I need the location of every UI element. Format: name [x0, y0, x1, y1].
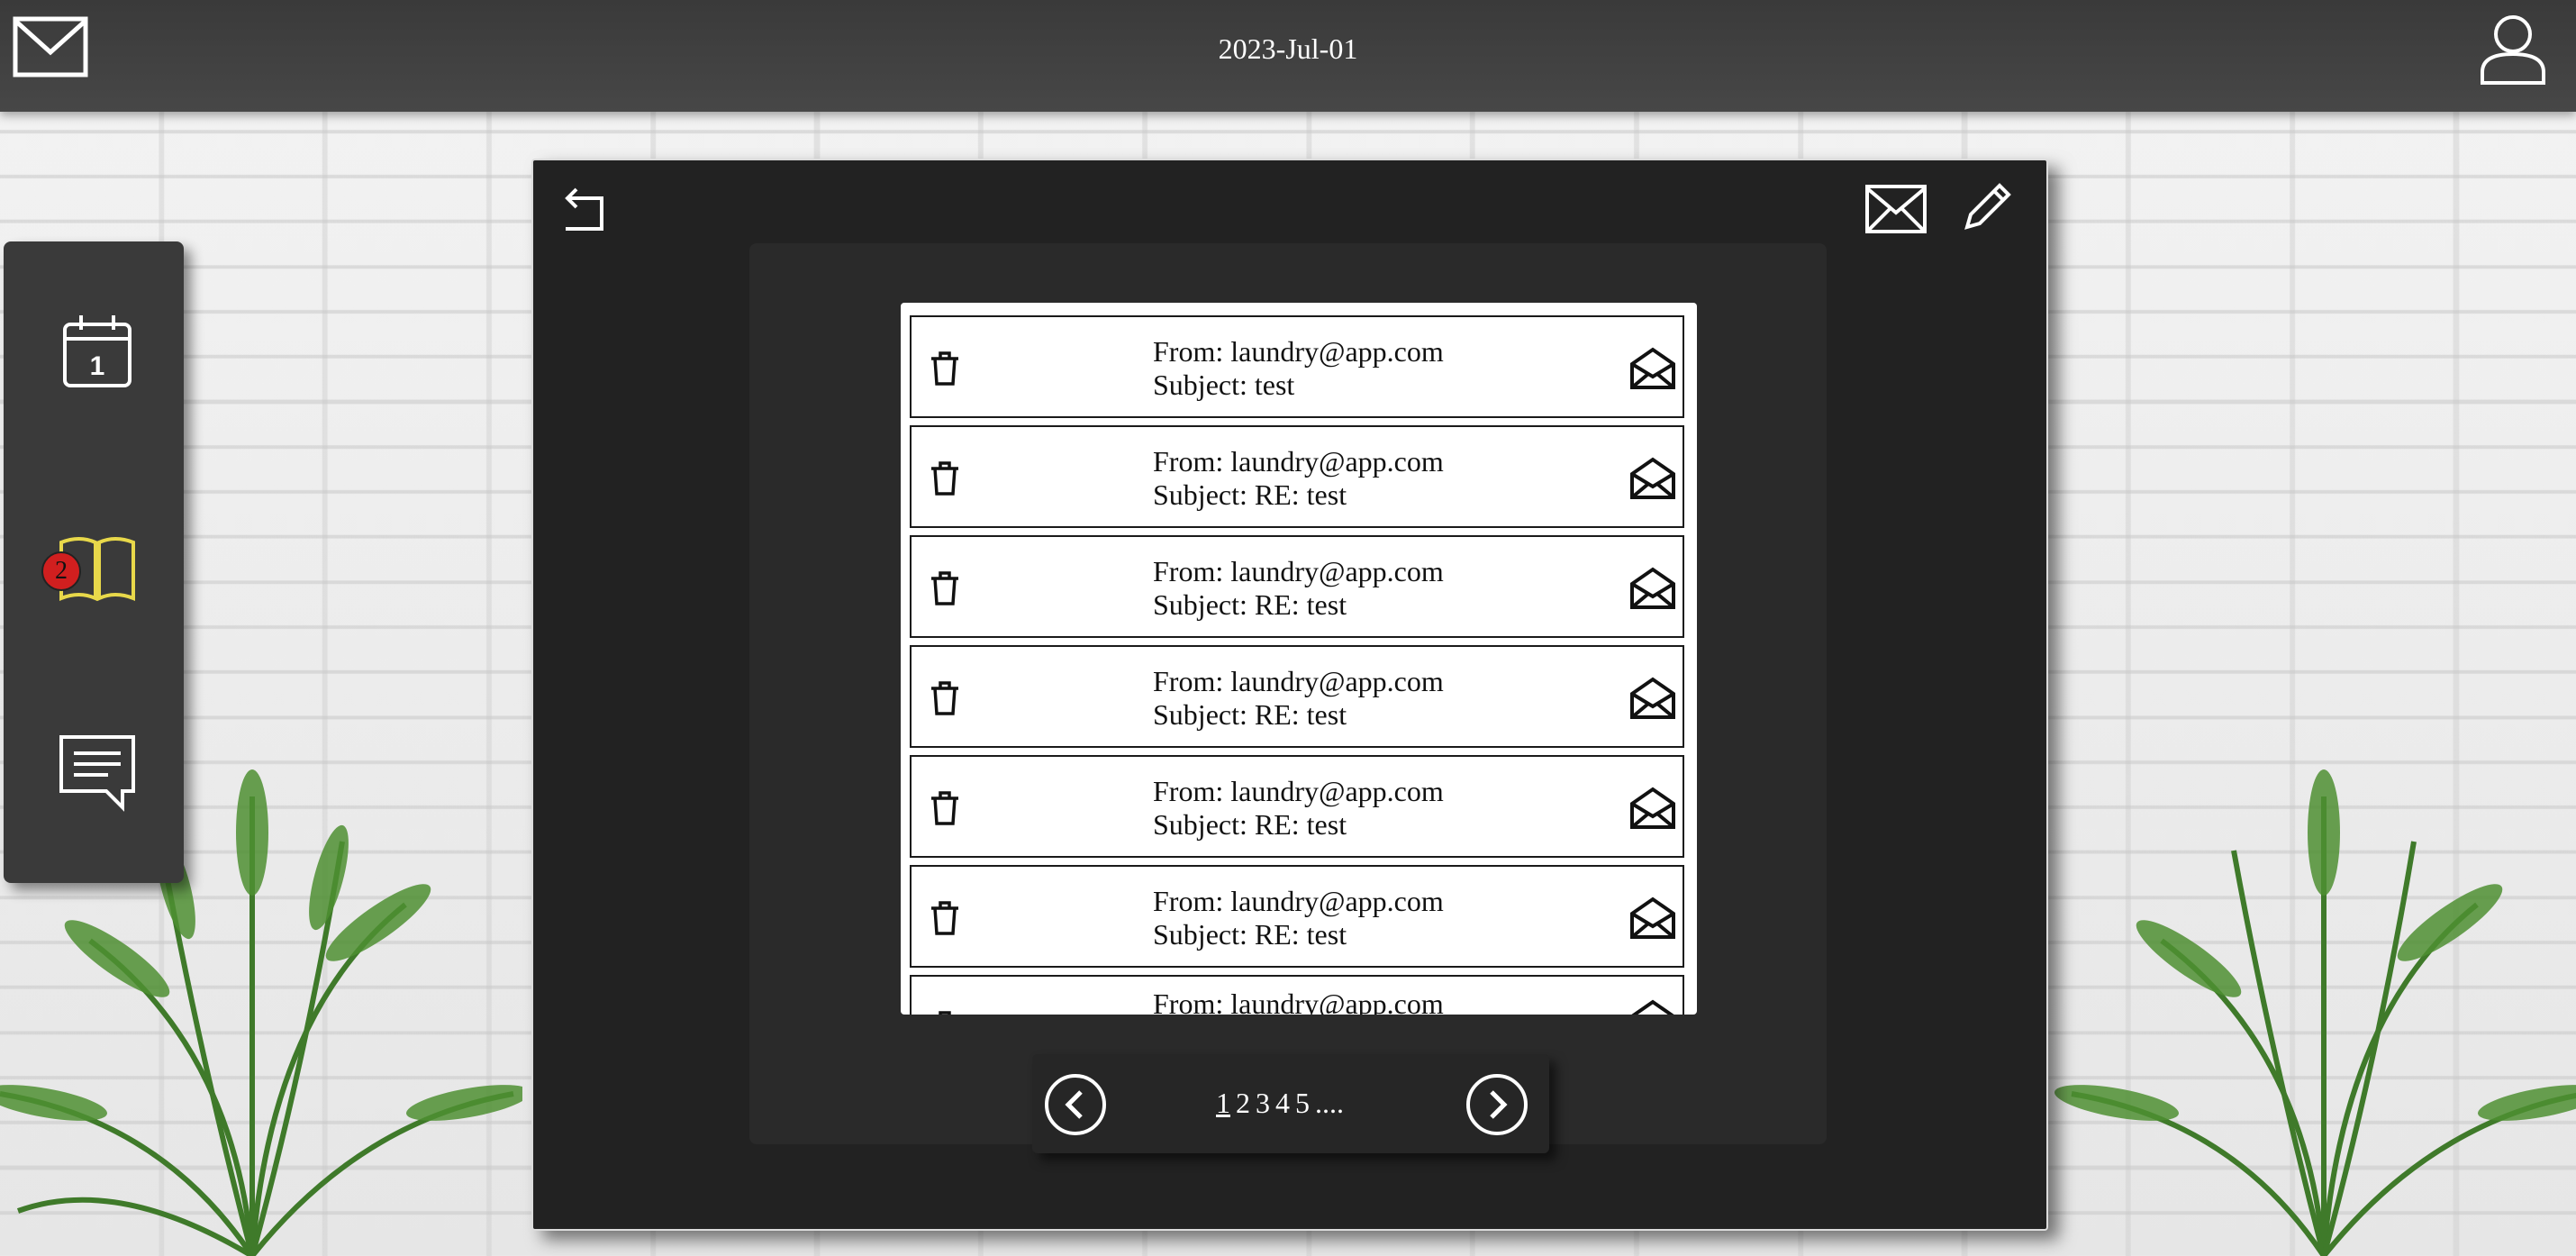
message-summary: From: laundry@app.com Subject: test — [1153, 335, 1444, 402]
trash-icon[interactable] — [928, 1009, 962, 1015]
plant-decoration-right — [2054, 769, 2576, 1256]
calendar-day: 1 — [90, 351, 105, 381]
message-from: From: laundry@app.com — [1153, 665, 1444, 697]
page-1[interactable]: 1 — [1216, 1087, 1230, 1119]
message-row[interactable]: From: laundry@app.com Subject: RE: test — [910, 645, 1684, 748]
sidebar: 1 — [4, 241, 184, 883]
message-subject: Subject: test — [1153, 369, 1295, 401]
open-envelope-icon[interactable] — [1628, 676, 1677, 721]
page-numbers: 1 2 3 4 5.... — [1216, 1087, 1344, 1120]
message-summary: From: laundry@app.com Subject: RE: test — [1153, 665, 1444, 732]
message-from: From: laundry@app.com — [1153, 775, 1444, 807]
pagination: 1 2 3 4 5.... — [1032, 1054, 1549, 1153]
trash-icon[interactable] — [928, 789, 962, 827]
message-subject: Subject: RE: test — [1153, 478, 1347, 511]
message-subject: Subject: RE: test — [1153, 918, 1347, 951]
open-envelope-icon[interactable] — [1628, 456, 1677, 501]
page-5[interactable]: 5 — [1295, 1087, 1310, 1119]
message-subject: Subject: RE: test — [1153, 698, 1347, 731]
trash-icon[interactable] — [928, 569, 962, 607]
message-from: From: laundry@app.com — [1153, 988, 1444, 1015]
chevron-right-icon[interactable] — [1465, 1072, 1529, 1137]
open-envelope-icon[interactable] — [1628, 896, 1677, 941]
message-subject: Subject: RE: test — [1153, 808, 1347, 841]
message-row[interactable]: From: laundry@app.com Subject: RE: test — [910, 535, 1684, 638]
trash-icon[interactable] — [928, 460, 962, 497]
message-row[interactable]: From: laundry@app.com Subject: test — [910, 315, 1684, 418]
envelope-icon[interactable] — [1864, 182, 1927, 236]
trash-icon[interactable] — [928, 899, 962, 937]
top-bar: 2023-Jul-01 — [0, 0, 2576, 112]
message-from: From: laundry@app.com — [1153, 335, 1444, 368]
message-summary: From: laundry@app.com — [1153, 988, 1444, 1015]
message-row[interactable]: From: laundry@app.com Subject: RE: test — [910, 865, 1684, 968]
open-envelope-icon[interactable] — [1628, 998, 1677, 1015]
trash-icon[interactable] — [928, 679, 962, 717]
message-subject: Subject: RE: test — [1153, 588, 1347, 621]
page-4[interactable]: 4 — [1275, 1087, 1290, 1119]
message-row[interactable]: From: laundry@app.com — [910, 975, 1684, 1015]
message-from: From: laundry@app.com — [1153, 445, 1444, 478]
open-envelope-icon[interactable] — [1628, 566, 1677, 611]
open-envelope-icon[interactable] — [1628, 346, 1677, 391]
message-row[interactable]: From: laundry@app.com Subject: RE: test — [910, 425, 1684, 528]
page-3[interactable]: 3 — [1256, 1087, 1270, 1119]
message-list[interactable]: From: laundry@app.com Subject: test From:… — [901, 303, 1697, 1015]
message-summary: From: laundry@app.com Subject: RE: test — [1153, 775, 1444, 842]
page-ellipsis: .... — [1315, 1087, 1344, 1119]
message-summary: From: laundry@app.com Subject: RE: test — [1153, 555, 1444, 622]
chat-icon[interactable] — [54, 728, 141, 815]
page-2[interactable]: 2 — [1236, 1087, 1250, 1119]
open-envelope-icon[interactable] — [1628, 786, 1677, 831]
user-icon[interactable] — [2479, 13, 2547, 85]
message-summary: From: laundry@app.com Subject: RE: test — [1153, 885, 1444, 951]
calendar-icon[interactable]: 1 — [54, 308, 141, 395]
message-row[interactable]: From: laundry@app.com Subject: RE: test — [910, 755, 1684, 858]
message-from: From: laundry@app.com — [1153, 885, 1444, 917]
message-from: From: laundry@app.com — [1153, 555, 1444, 587]
message-summary: From: laundry@app.com Subject: RE: test — [1153, 445, 1444, 512]
pencil-icon[interactable] — [1960, 180, 2014, 234]
chevron-left-icon[interactable] — [1043, 1072, 1108, 1137]
back-arrow-icon[interactable] — [560, 186, 609, 234]
current-date: 2023-Jul-01 — [1218, 32, 1358, 65]
trash-icon[interactable] — [928, 350, 962, 387]
notification-badge: 2 — [41, 551, 81, 591]
